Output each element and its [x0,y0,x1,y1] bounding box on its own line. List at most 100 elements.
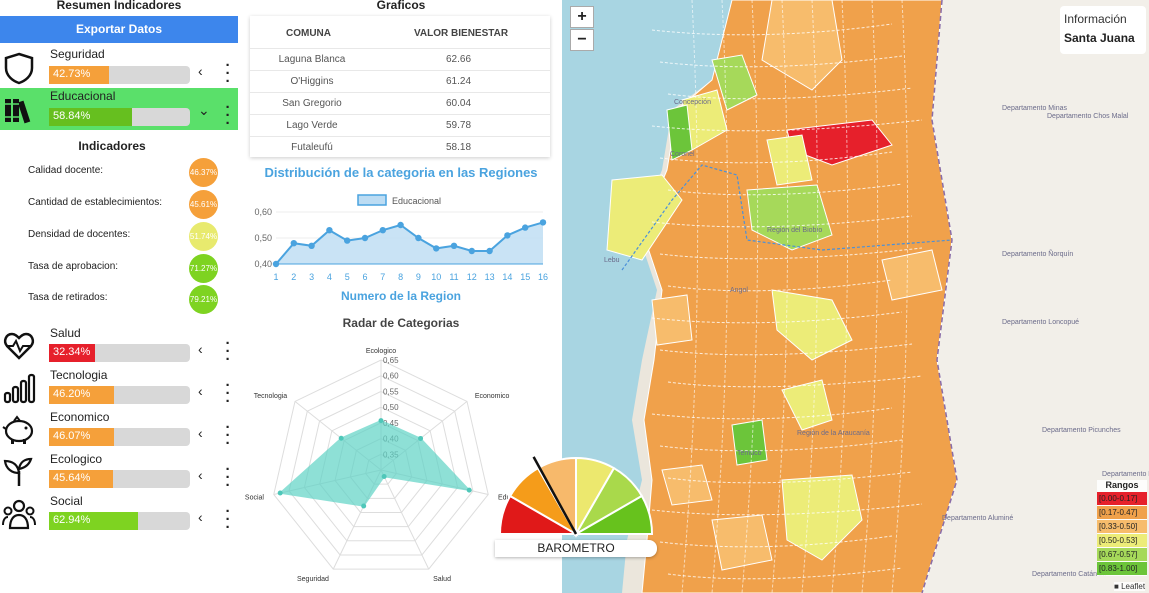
more-options-icon[interactable]: · · · [223,420,233,451]
category-name: Seguridad [50,47,105,61]
place-label: Departamento Huiliches [1102,471,1149,478]
x-tick-label: 13 [485,272,495,282]
x-tick-label: 9 [416,272,421,282]
category-value: 62.94% [53,514,91,526]
data-point [308,242,315,249]
data-point [522,224,529,231]
data-point [361,234,369,242]
indicator-value-badge: 79.21% [189,285,218,314]
cell-valor: 58.18 [446,142,472,153]
place-label: Departamento Loncopué [1002,319,1079,326]
legend-item: [0.50-0.53] [1097,534,1147,547]
category-progress-bar: 42.73% [49,66,190,84]
data-point [344,237,351,244]
map-attribution[interactable]: ■ Leaflet [1114,582,1146,591]
indicator-value-badge: 51.74% [189,222,218,251]
category-name: Salud [50,326,81,340]
heart-pulse-icon [3,332,35,360]
radar-axis-label: Ecologico [366,348,396,355]
category-progress-bar: 45.64% [49,470,190,488]
cell-comuna: Futaleufú [291,142,333,153]
indicators-title: Indicadores [78,139,146,153]
expand-chevron-icon[interactable]: ‹ [198,467,203,483]
category-value: 46.20% [53,388,91,400]
legend-item: [0.00-0.17] [1097,492,1147,505]
place-label: Departamento Minas [1002,105,1067,112]
table-header-valor: VALOR BIENESTAR [414,28,509,39]
legend-swatch [357,194,387,206]
x-tick-label: 2 [291,272,296,282]
cell-valor: 59.78 [446,120,472,131]
indicator-row: Tasa de aprobacion: 71.27% [28,254,228,283]
radar-axis-label: Economico [475,393,510,400]
comuna-area [731,419,768,466]
place-label: Temuco [737,450,762,457]
data-point [468,247,475,255]
radar-point [466,487,472,493]
category-name: Ecologico [50,452,103,466]
radar-tick-label: 0,55 [383,387,399,396]
expand-chevron-icon[interactable]: ‹ [198,341,203,357]
radar-point [381,474,387,480]
more-options-icon[interactable]: · · · [223,58,233,89]
radar-point [378,418,384,424]
place-label: Concepción [674,99,711,106]
zoom-out-button[interactable]: − [570,29,594,51]
category-row-seguridad[interactable]: Seguridad 42.73% ‹ · · · [0,46,238,89]
cell-valor: 62.66 [446,54,472,65]
category-row-economico[interactable]: Economico 46.07% ‹ · · · [0,408,238,451]
piggy-bank-icon [2,415,34,444]
collapse-chevron-icon[interactable]: ⌄ [198,102,210,119]
table-row[interactable]: O'Higgins 61.24 [250,70,550,92]
category-row-tecnologia[interactable]: Tecnologia 46.20% ‹ · · · [0,366,238,409]
category-row-social[interactable]: Social 62.94% ‹ · · · [0,492,238,535]
sprout-icon [3,457,33,486]
cell-comuna: San Gregorio [282,98,342,109]
more-options-icon[interactable]: · · · [223,504,233,535]
place-label: Departamento Picunches [1042,427,1121,434]
table-row[interactable]: San Gregorio 60.04 [250,92,550,114]
data-point [539,219,547,226]
x-tick-label: 11 [449,272,458,282]
zoom-in-button[interactable]: + [570,6,594,28]
y-tick-label: 0,40 [254,259,272,269]
place-label: Departamento Aluminé [942,515,1013,522]
x-tick-label: 5 [345,272,350,282]
indicator-label: Cantidad de establecimientos: [28,197,162,208]
table-row[interactable]: Futaleufú 58.18 [250,136,550,158]
summary-title: Resumen Indicadores [56,0,182,12]
table-row[interactable]: Lago Verde 59.78 [250,114,550,136]
x-tick-label: 8 [398,272,403,282]
more-options-icon[interactable]: · · · [223,100,233,131]
table-row[interactable]: Laguna Blanca 62.66 [250,48,550,70]
more-options-icon[interactable]: · · · [223,336,233,367]
indicator-label: Calidad docente: [28,165,104,176]
ranking-table: COMUNA VALOR BIENESTAR Laguna Blanca 62.6… [250,16,550,157]
expand-chevron-icon[interactable]: ‹ [198,425,203,441]
category-row-educacional[interactable]: Educacional 58.84% ⌄ · · · [0,88,238,131]
indicator-label: Tasa de retirados: [28,292,108,303]
more-options-icon[interactable]: · · · [223,462,233,493]
expand-chevron-icon[interactable]: ‹ [198,63,203,79]
category-row-salud[interactable]: Salud 32.34% ‹ · · · [0,324,238,367]
x-tick-label: 1 [273,272,278,282]
barometer-label: BAROMETRO [495,540,657,557]
attribution-text[interactable]: Leaflet [1121,582,1145,591]
category-row-ecologico[interactable]: Ecologico 45.64% ‹ · · · [0,450,238,493]
x-tick-label: 10 [431,272,441,282]
info-comuna: Santa Juana [1064,31,1135,45]
expand-chevron-icon[interactable]: ‹ [198,509,203,525]
place-label: Lebu [604,257,620,264]
cell-comuna: O'Higgins [290,76,334,87]
expand-chevron-icon[interactable]: ‹ [198,383,203,399]
category-value: 32.34% [53,346,91,358]
legend-item: [0.17-0.47] [1097,506,1147,519]
export-data-button[interactable]: Exportar Datos [0,16,238,43]
x-tick-label: 14 [502,272,512,282]
y-tick-label: 0,60 [254,207,272,217]
indicator-value-badge: 45.61% [189,190,218,219]
place-label: Departamento Chos Malal [1047,113,1129,120]
place-label: Departamento Ñorquín [1002,249,1073,258]
place-label: Departamento Catán Lil [1032,571,1106,578]
more-options-icon[interactable]: · · · [223,378,233,409]
